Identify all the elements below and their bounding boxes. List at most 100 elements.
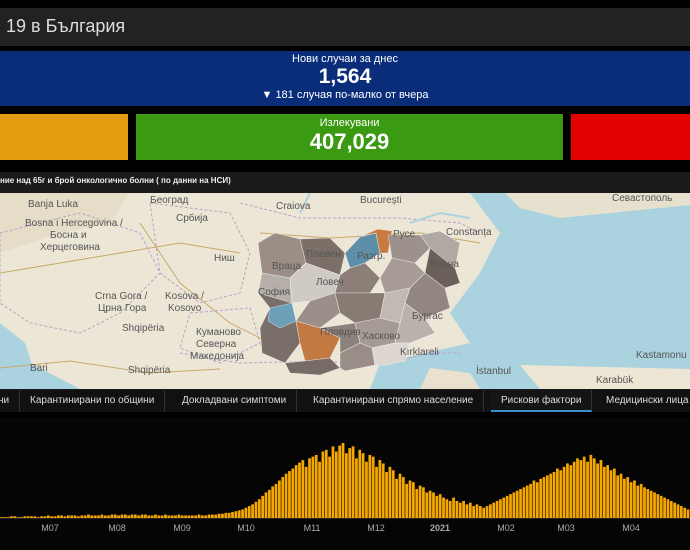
title-bar: ovid 19 в България [0,8,690,46]
chart-bar [150,515,154,518]
risk-factors-map[interactable]: Београд Србија Banja Luka Bosna i Herceg… [0,193,690,389]
chart-bar [53,516,57,518]
chart-bar [673,502,676,518]
chart-bar [542,477,546,518]
chart-bar [157,515,161,518]
chart-bar [653,492,656,518]
chart-bar [130,514,134,518]
chart-bar [271,486,275,518]
chart-bar [388,466,392,518]
chart-bar [174,515,177,518]
map-label-kosova: Kosova / [165,291,204,302]
chart-bar [177,514,181,518]
chart-bar [499,499,502,518]
chart-bar [525,485,529,518]
chart-bar [405,483,409,518]
chart-bar [365,461,368,518]
chart-bar [23,516,27,518]
chart-bar [636,485,640,518]
chart-x-tick-label: M09 [173,523,191,533]
chart-bar [492,502,496,518]
map-label-karabuk: Karabük [596,375,634,386]
map-label-crnagora2: Црна Гора [98,303,147,314]
chart-bar [331,446,335,518]
map-label-nis: Ниш [214,253,235,264]
map-label-banja: Banja Luka [28,199,79,210]
chart-bar [20,517,23,518]
chart-bar [301,460,305,518]
map-label-sofia: София [258,287,291,298]
chart-bar [311,456,315,518]
chart-bar [304,466,308,518]
chart-bar [371,456,375,518]
map-label-plovdiv: Пловдив [320,327,361,338]
chart-bar [338,445,342,518]
chart-bar [656,494,660,518]
chart-bar [217,513,221,518]
chart-bar [227,512,231,518]
chart-bar [247,506,251,518]
chart-bar [200,515,204,518]
chart-bar [117,515,120,518]
chart-bar [261,495,265,518]
chart-bar [596,463,599,518]
chart-bar [214,514,218,518]
chart-bar [36,517,40,518]
chart-bar [77,516,80,518]
chart-bar [535,482,539,518]
chart-bar [679,506,683,518]
chart-bar [468,502,472,518]
tab-medical-staff[interactable]: Медицински лица [596,390,690,412]
chart-bar [545,475,549,518]
chart-bar [358,449,362,518]
chart-bar [314,454,318,518]
map-label-kirklareli: Kırklareli [400,347,439,358]
chart-bar [532,480,536,518]
chart-bar [505,495,509,518]
tab-risk-factors[interactable]: Рискови фактори [491,390,593,412]
chart-bar [666,499,670,518]
map-panel-title: ние над 65г и брой онкологично болни ( п… [0,176,231,185]
chart-bar [60,515,64,518]
chart-x-tick-label: M02 [497,523,515,533]
chart-bar [552,471,556,518]
chart-bar [241,509,244,518]
new-cases-delta: ▼ 181 случая по-малко от вчера [261,89,429,101]
chart-bar [257,499,261,518]
map-label-constanta: Constanța [446,227,492,238]
recovered-value: 407,029 [309,129,390,154]
chart-bar [676,504,680,518]
chart-bar [482,507,486,518]
chart-x-tick-label: M10 [237,523,255,533]
tab-partial[interactable]: ни [0,390,21,412]
chart-bar [599,460,603,518]
chart-bar [455,500,459,518]
chart-bar [432,492,435,518]
chart-bar [10,516,13,518]
chart-bar [73,515,77,518]
map-label-kosovo: Kosovo [168,303,202,314]
map-label-istanbul: İstanbul [476,366,512,377]
chart-bar [686,509,690,518]
chart-bar [6,517,10,518]
tab-quarantined-by-municipality[interactable]: Карантинирани по общини [20,390,166,412]
chart-bar [623,478,626,518]
chart-bar [586,461,589,518]
chart-bar [602,466,606,518]
chart-bar [465,504,469,518]
chart-bar [231,512,234,518]
map-label-bucuresti: București [360,195,402,206]
tab-reported-symptoms[interactable]: Докладвани симптоми [172,390,298,412]
chart-bar [56,515,60,518]
map-label-haskovo: Хасково [362,331,401,342]
chart-bar [612,468,616,518]
chart-bar [559,470,563,518]
daily-cases-chart-svg: M07 M08 M09 M10 M11 M12 2021 M02 M03 M04 [0,443,690,533]
chart-bar [33,516,37,518]
active-cases-tile [0,114,128,160]
chart-bar [234,511,238,518]
chart-bar [264,492,268,518]
tab-quarantined-vs-population[interactable]: Карантинирани спрямо население [303,390,485,412]
chart-bar [475,504,479,518]
chart-bar [328,456,331,518]
